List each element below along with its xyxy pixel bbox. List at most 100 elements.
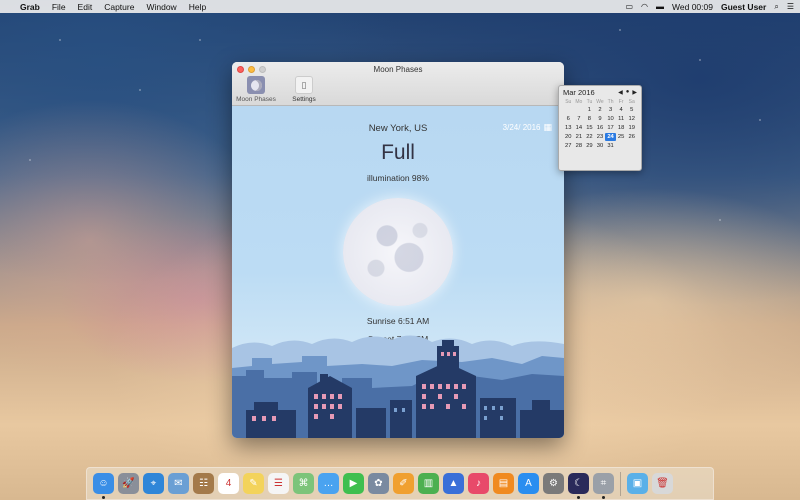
maps-icon[interactable]: ⌘ — [293, 473, 314, 494]
calendar-next-month-icon[interactable]: ▶ — [632, 89, 637, 96]
calendar-day — [574, 106, 585, 114]
calendar-weekday: Fr — [618, 99, 624, 105]
calendar-icon[interactable]: 4 — [218, 473, 239, 494]
calendar-day[interactable]: 5 — [626, 106, 637, 114]
menu-user[interactable]: Guest User — [721, 2, 766, 12]
calendar-day[interactable]: 4 — [616, 106, 627, 114]
calendar-weekday: Tu — [586, 99, 593, 105]
dock-running-indicator — [602, 496, 605, 499]
calendar-day[interactable]: 16 — [595, 124, 606, 132]
battery-icon[interactable]: ▬ — [656, 2, 664, 11]
dock-running-indicator — [102, 496, 105, 499]
keynote-icon[interactable]: ▲ — [443, 473, 464, 494]
dock-running-indicator — [577, 496, 580, 499]
calendar-day — [616, 142, 627, 150]
calendar-popover: Mar 2016 ◀ ● ▶ Su Mo Tu We Th Fr Sa 1 2 3 4 5 6 7 8 9 10… — [558, 85, 642, 171]
calendar-day[interactable]: 23 — [595, 133, 606, 141]
contacts-icon[interactable]: ☷ — [193, 473, 214, 494]
calendar-month-label: Mar 2016 — [563, 88, 595, 97]
trash-icon[interactable]: 🗑 — [652, 473, 673, 494]
calendar-weekday: Mo — [575, 99, 583, 105]
calendar-day[interactable]: 1 — [584, 106, 595, 114]
calendar-day[interactable]: 9 — [595, 115, 606, 123]
city-skyline-illustration — [232, 335, 564, 438]
downloads-folder-icon[interactable]: ▣ — [627, 473, 648, 494]
calendar-day[interactable]: 12 — [626, 115, 637, 123]
calendar-day[interactable]: 14 — [574, 124, 585, 132]
calendar-day[interactable]: 8 — [584, 115, 595, 123]
airplay-icon[interactable]: ▭ — [625, 2, 633, 11]
calendar-day[interactable]: 2 — [595, 106, 606, 114]
calendar-day[interactable]: 18 — [616, 124, 627, 132]
calendar-today-icon[interactable]: ● — [626, 89, 630, 96]
toolbar-settings-label: Settings — [292, 96, 316, 103]
calendar-day[interactable]: 13 — [563, 124, 574, 132]
moon-phases-icon[interactable]: ☾ — [568, 473, 589, 499]
menu-bar: Grab File Edit Capture Window Help ▭ ◠ ▬… — [0, 0, 800, 13]
launchpad-icon[interactable]: 🚀 — [118, 473, 139, 494]
facetime-icon[interactable]: ▶ — [343, 473, 364, 494]
spotlight-icon[interactable]: ⌕ — [774, 2, 778, 12]
notes-icon[interactable]: ✎ — [243, 473, 264, 494]
calendar-day[interactable]: 3 — [605, 106, 616, 114]
calendar-icon[interactable]: ▦ — [543, 122, 552, 133]
menu-window[interactable]: Window — [146, 2, 176, 12]
calendar-day — [563, 106, 574, 114]
toolbar-settings-button[interactable]: ▯ Settings — [284, 76, 324, 103]
numbers-icon[interactable]: ▥ — [418, 473, 439, 494]
calendar-day[interactable]: 27 — [563, 142, 574, 150]
calendar-weekday: We — [596, 99, 604, 105]
calendar-day[interactable]: 25 — [616, 133, 627, 141]
calendar-day-selected[interactable]: 24 — [605, 133, 616, 141]
calendar-day[interactable]: 7 — [574, 115, 585, 123]
phase-name: Full — [381, 141, 415, 164]
pages-icon[interactable]: ✐ — [393, 473, 414, 494]
calendar-day[interactable]: 19 — [626, 124, 637, 132]
toolbar-moon-phases-button[interactable]: Moon Phases — [236, 76, 276, 103]
notification-center-icon[interactable]: ☰ — [787, 2, 794, 11]
calendar-day[interactable]: 29 — [584, 142, 595, 150]
calendar-weekday: Th — [607, 99, 614, 105]
calendar-day[interactable]: 17 — [605, 124, 616, 132]
calendar-day[interactable]: 30 — [595, 142, 606, 150]
wifi-icon[interactable]: ◠ — [641, 2, 648, 11]
ibooks-icon[interactable]: ▤ — [493, 473, 514, 494]
calendar-prev-month-icon[interactable]: ◀ — [618, 89, 623, 96]
itunes-icon[interactable]: ♪ — [468, 473, 489, 494]
moon-icon — [247, 76, 265, 94]
calendar-day[interactable]: 15 — [584, 124, 595, 132]
finder-icon[interactable]: ☺ — [93, 473, 114, 499]
sunrise-label: Sunrise 6:51 AM — [366, 316, 430, 326]
menu-help[interactable]: Help — [189, 2, 206, 12]
app-store-icon[interactable]: A — [518, 473, 539, 494]
calendar-grid: Su Mo Tu We Th Fr Sa 1 2 3 4 5 6 7 8 9 10 11 12 13 14 15 16 17 1… — [563, 99, 637, 150]
calendar-day[interactable]: 10 — [605, 115, 616, 123]
menu-edit[interactable]: Edit — [78, 2, 93, 12]
safari-icon[interactable]: ⌖ — [143, 473, 164, 494]
moon-content: New York, US 3/24/ 2016 ▦ Full illuminat… — [232, 106, 564, 438]
moon-image — [343, 198, 453, 306]
dock: ☺ 🚀 ⌖ ✉ ☷ 4 ✎ ☰ ⌘… ▶ ✿ ✐ ▥ ▲ ♪ ▤ A ⚙ ☾ ⌗ ▣ 🗑 — [86, 467, 714, 500]
reminders-icon[interactable]: ☰ — [268, 473, 289, 494]
menu-app-name[interactable]: Grab — [20, 2, 40, 12]
grab-icon[interactable]: ⌗ — [593, 473, 614, 499]
calendar-day[interactable]: 28 — [574, 142, 585, 150]
calendar-weekday: Sa — [628, 99, 635, 105]
calendar-day[interactable]: 21 — [574, 133, 585, 141]
calendar-day[interactable]: 11 — [616, 115, 627, 123]
calendar-day[interactable]: 20 — [563, 133, 574, 141]
messages-icon[interactable]: … — [318, 473, 339, 494]
photos-icon[interactable]: ✿ — [368, 473, 389, 494]
illumination-label: illumination 98% — [367, 173, 429, 183]
menu-clock[interactable]: Wed 00:09 — [672, 2, 713, 12]
window-toolbar: Moon Phases ▯ Settings — [236, 76, 324, 103]
system-preferences-icon[interactable]: ⚙ — [543, 473, 564, 494]
calendar-day[interactable]: 26 — [626, 133, 637, 141]
calendar-day[interactable]: 6 — [563, 115, 574, 123]
menu-capture[interactable]: Capture — [104, 2, 134, 12]
calendar-day[interactable]: 22 — [584, 133, 595, 141]
calendar-day[interactable]: 31 — [605, 142, 616, 150]
date-picker[interactable]: 3/24/ 2016 ▦ — [503, 122, 552, 133]
mail-icon[interactable]: ✉ — [168, 473, 189, 494]
menu-file[interactable]: File — [52, 2, 66, 12]
